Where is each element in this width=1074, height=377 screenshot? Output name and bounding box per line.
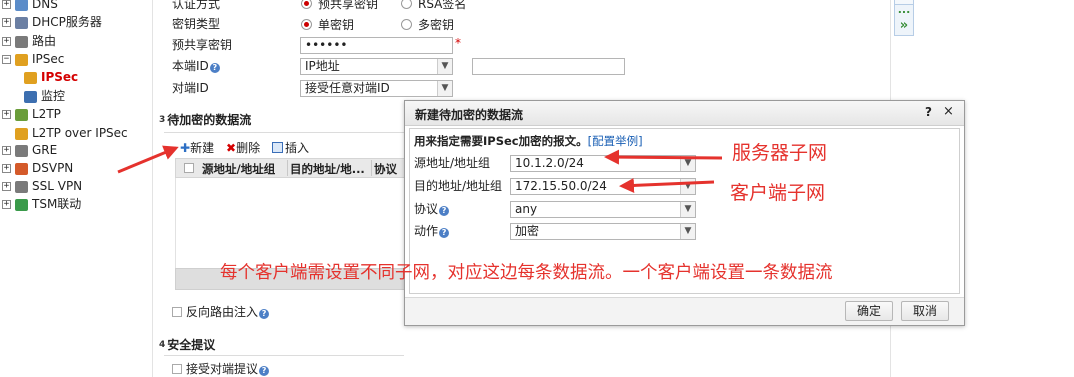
arrow-to-source-field [604, 149, 723, 165]
annotation-arrows [117, 145, 723, 193]
annotation-client-subnet: 客户端子网 [730, 182, 826, 204]
annotation-note: 每个客户端需设置不同子网，对应这边每条数据流。一个客户端设置一条数据流 [220, 263, 833, 283]
arrow-to-destination-field [619, 177, 715, 193]
arrow-to-new-button [117, 145, 179, 174]
annotation-server-subnet: 服务器子网 [732, 142, 828, 164]
